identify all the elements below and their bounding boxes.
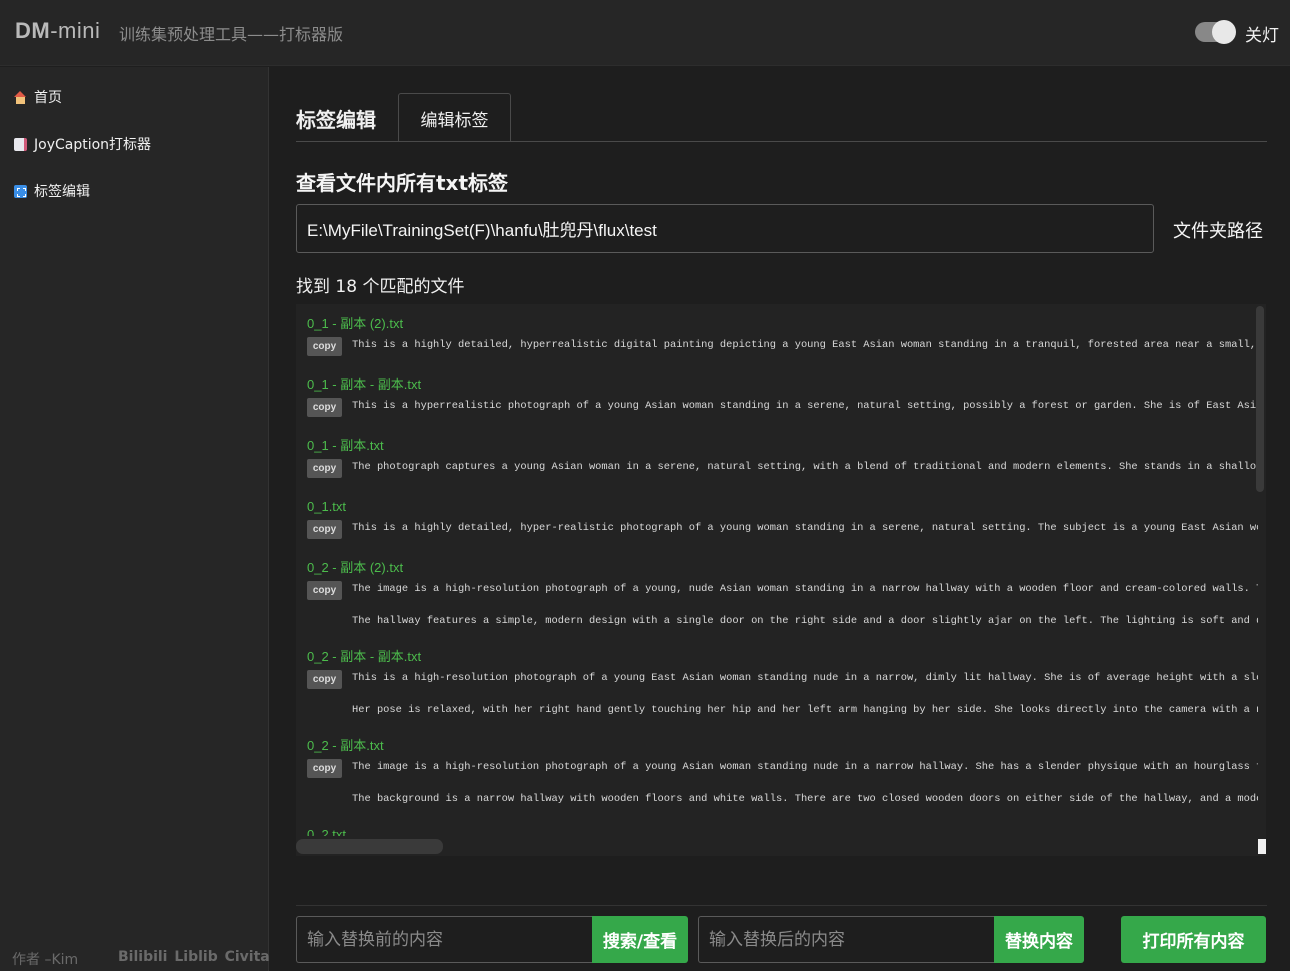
top-bar: DM-mini 训练集预处理工具——打标器版 关灯 xyxy=(0,0,1290,66)
file-entry: 0_1 - 副本 (2).txt copy This is a highly det… xyxy=(307,316,1258,357)
file-caption-text: This is a highly detailed, hyperrealisti… xyxy=(352,339,1258,351)
sidebar-item-label: JoyCaption打标器 xyxy=(34,137,152,153)
file-text-line: copy This is a hyperrealistic photograph … xyxy=(307,398,1258,418)
file-list-content: 0_1 - 副本 (2).txt copy This is a highly det… xyxy=(296,304,1258,836)
file-caption-text: The image is a high-resolution photograp… xyxy=(352,583,1258,595)
lamp-label: 关灯 xyxy=(1245,26,1279,46)
file-text-line: copy The photograph captures a young Asia… xyxy=(307,459,1258,479)
replace-button[interactable]: 替换内容 xyxy=(994,916,1084,963)
footer-links[interactable]: Bilibili Liblib Civitai xyxy=(118,949,275,965)
section-title: 查看文件内所有txt标签 xyxy=(296,171,509,195)
file-caption-text: Her pose is relaxed, with her right hand… xyxy=(352,704,1258,716)
folder-path-button[interactable]: 文件夹路径 xyxy=(1173,217,1263,243)
file-caption-text: The image is a high-resolution photograp… xyxy=(352,761,1258,773)
file-entry: 0_1.txtcopy This is a highly detailed, hy… xyxy=(307,499,1258,540)
folder-path-input[interactable] xyxy=(296,204,1154,253)
file-name: 0_1 - 副本 (2).txt xyxy=(307,316,404,331)
copy-button[interactable]: copy xyxy=(307,337,342,356)
file-name: 0_1.txt xyxy=(307,499,347,514)
file-text-line: copy This is a highly detailed, hyperreal… xyxy=(307,337,1258,357)
file-caption-text: This is a high-resolution photograph of … xyxy=(352,672,1258,684)
file-caption-text: The hallway features a simple, modern de… xyxy=(352,615,1258,627)
replace-input[interactable] xyxy=(698,916,995,963)
file-name: 0_2 - 副本 (2).txt xyxy=(307,560,404,575)
file-entry: 0_1 - 副本.txt copy The photograph captures … xyxy=(307,438,1258,479)
sidebar-item-tag-edit[interactable]: 标签编辑 xyxy=(14,179,90,203)
file-caption-text: The background is a narrow hallway with … xyxy=(352,793,1258,805)
grid-icon xyxy=(14,184,27,198)
app-subtitle: 训练集预处理工具——打标器版 xyxy=(119,25,344,44)
found-count-label: 找到 18 个匹配的文件 xyxy=(296,277,465,297)
file-text-line: The hallway features a simple, modern de… xyxy=(307,613,1258,633)
tab-divider xyxy=(296,141,1267,142)
file-name: 0_2.txt xyxy=(307,827,347,836)
sidebar-item-joycaption[interactable]: JoyCaption打标器 xyxy=(14,132,151,156)
file-text-line: Her pose is relaxed, with her right hand… xyxy=(307,702,1258,722)
tab-edit-tags[interactable]: 编辑标签 xyxy=(398,93,511,142)
search-button[interactable]: 搜索/查看 xyxy=(592,916,688,963)
tab-title[interactable]: 标签编辑 xyxy=(296,104,376,133)
file-entry: 0_2.txt xyxy=(307,827,346,836)
lamp-toggle[interactable] xyxy=(1195,20,1236,44)
bottom-divider xyxy=(296,905,1267,906)
file-name: 0_1 - 副本 - 副本.txt xyxy=(307,377,422,392)
file-text-line: copy The image is a high-resolution photo… xyxy=(307,759,1258,779)
horizontal-scrollbar[interactable] xyxy=(296,839,443,854)
document-icon xyxy=(14,137,27,151)
copy-button[interactable]: copy xyxy=(307,520,342,539)
sidebar-item-home[interactable]: 首页 xyxy=(14,85,62,109)
vertical-scrollbar[interactable] xyxy=(1256,306,1264,492)
file-text-line: The background is a narrow hallway with … xyxy=(307,791,1258,811)
sidebar: 首页 JoyCaption打标器 标签编辑 xyxy=(0,67,269,971)
sidebar-item-label: 标签编辑 xyxy=(34,184,90,200)
sidebar-item-label: 首页 xyxy=(34,90,62,106)
file-name: 0_2 - 副本.txt xyxy=(307,738,384,753)
copy-button[interactable]: copy xyxy=(307,759,342,778)
app-logo: DM-mini xyxy=(15,18,101,43)
copy-button[interactable]: copy xyxy=(307,459,342,478)
file-entry: 0_2 - 副本.txt copy The image is a high-reso… xyxy=(307,738,1258,811)
toggle-knob xyxy=(1212,20,1236,44)
copy-button[interactable]: copy xyxy=(307,398,342,417)
home-icon xyxy=(14,90,27,104)
copy-button[interactable]: copy xyxy=(307,670,342,689)
file-list[interactable]: 0_1 - 副本 (2).txt copy This is a highly det… xyxy=(296,304,1266,856)
print-all-button[interactable]: 打印所有内容 xyxy=(1121,916,1266,963)
file-text-line: copy This is a high-resolution photograph… xyxy=(307,670,1258,690)
file-caption-text: The photograph captures a young Asian wo… xyxy=(352,461,1258,473)
file-text-line: copy The image is a high-resolution photo… xyxy=(307,581,1258,601)
search-input[interactable] xyxy=(296,916,593,963)
file-name: 0_2 - 副本 - 副本.txt xyxy=(307,649,422,664)
file-caption-text: This is a hyperrealistic photograph of a… xyxy=(352,400,1258,412)
file-name: 0_1 - 副本.txt xyxy=(307,438,384,453)
file-caption-text: This is a highly detailed, hyper-realist… xyxy=(352,522,1258,534)
file-entry: 0_2 - 副本 - 副本.txt copy This is a high-reso… xyxy=(307,649,1258,722)
author-credit: 作者 –Kim xyxy=(12,952,79,968)
copy-button[interactable]: copy xyxy=(307,581,342,600)
file-text-line: copy This is a highly detailed, hyper-rea… xyxy=(307,520,1258,540)
main-panel: 标签编辑 编辑标签 查看文件内所有txt标签 文件夹路径 找到 18 个匹配的文… xyxy=(270,67,1290,971)
file-entry: 0_2 - 副本 (2).txt copy The image is a high-… xyxy=(307,560,1258,633)
scroll-corner xyxy=(1258,839,1266,854)
file-entry: 0_1 - 副本 - 副本.txt copy This is a hyperreal… xyxy=(307,377,1258,418)
